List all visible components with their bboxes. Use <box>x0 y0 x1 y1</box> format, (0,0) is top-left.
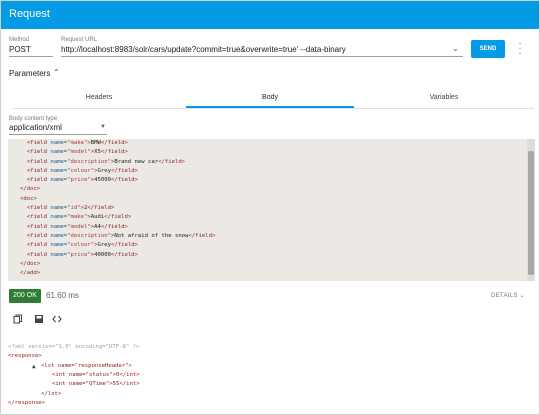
scrollbar-thumb[interactable] <box>528 151 534 275</box>
parameters-title[interactable]: Parameters <box>9 69 50 78</box>
code-line: <field name="colour">Grey</field> <box>26 242 138 249</box>
code-line: <field name="make">Audi</field> <box>26 214 132 221</box>
body-code: <field name="make">BMW</field> <field na… <box>20 139 215 278</box>
body-editor[interactable]: <field name="make">BMW</field> <field na… <box>8 139 535 281</box>
int-qtime-line: <int name="QTime">55</int> <box>52 381 140 388</box>
copy-icon[interactable] <box>13 314 23 324</box>
code-line: <field name="colour">Grey</field> <box>26 167 138 174</box>
more-vert-icon[interactable]: · · · <box>517 39 523 59</box>
code-line: <field name="price">40000</field> <box>26 251 138 258</box>
app-title: Request <box>9 8 50 20</box>
code-line: <field name="description">Brand new car<… <box>26 158 186 165</box>
code-line: <doc> <box>20 195 37 202</box>
lst-close-tag: </lst> <box>41 390 62 397</box>
code-line: <field name="make">BMW</field> <box>26 140 128 146</box>
tab-body[interactable]: Body <box>186 88 354 108</box>
xml-declaration: <?xml version="1.0" encoding="UTF-8" ?> <box>8 344 140 350</box>
response-body: <?xml version="1.0" encoding="UTF-8" ?> … <box>8 343 308 413</box>
response-time: 61.60 ms <box>46 291 79 300</box>
url-input[interactable]: http://localhost:8983/solr/cars/update?c… <box>61 43 463 57</box>
save-icon[interactable] <box>34 314 44 324</box>
details-toggle[interactable]: DETAILS ⌄ <box>491 292 525 299</box>
send-button[interactable]: SEND <box>471 40 505 58</box>
code-line: </doc> <box>20 260 41 267</box>
tab-divider <box>12 108 534 109</box>
content-type-label: Body content type <box>9 116 58 122</box>
code-line: <field name="model">X5</field> <box>26 149 128 156</box>
code-line: </add> <box>20 270 41 277</box>
collapse-arrow-icon[interactable]: ▲ <box>32 362 36 371</box>
editor-scrollbar[interactable] <box>527 139 535 281</box>
details-label: DETAILS <box>491 293 518 299</box>
response-open-tag: <response> <box>8 353 42 360</box>
status-badge: 200 OK <box>9 289 41 303</box>
method-select[interactable]: POST <box>9 43 53 57</box>
int-status-line: <int name="status">0</int> <box>52 371 140 378</box>
tab-variables[interactable]: Variables <box>354 88 534 108</box>
chevron-down-icon[interactable]: ▼ <box>100 124 106 130</box>
chevron-up-icon[interactable]: ⌃ <box>53 68 60 77</box>
code-icon[interactable] <box>52 314 62 324</box>
lst-open-tag: <lst name="responseHeader"> <box>41 362 132 369</box>
app-bar: Request <box>1 1 539 29</box>
code-line: <field name="id">2</field> <box>26 205 115 212</box>
code-line: <field name="description">Not afraid of … <box>26 232 216 239</box>
code-line: <field name="price">45000</field> <box>26 177 138 184</box>
code-line: <field name="model">A4</field> <box>26 223 128 230</box>
tab-headers[interactable]: Headers <box>12 88 186 108</box>
code-line: </doc> <box>20 186 41 193</box>
response-close-tag: </response> <box>8 399 46 406</box>
chevron-down-icon[interactable]: ⌄ <box>452 44 459 53</box>
content-type-select[interactable]: application/xml <box>9 123 107 135</box>
